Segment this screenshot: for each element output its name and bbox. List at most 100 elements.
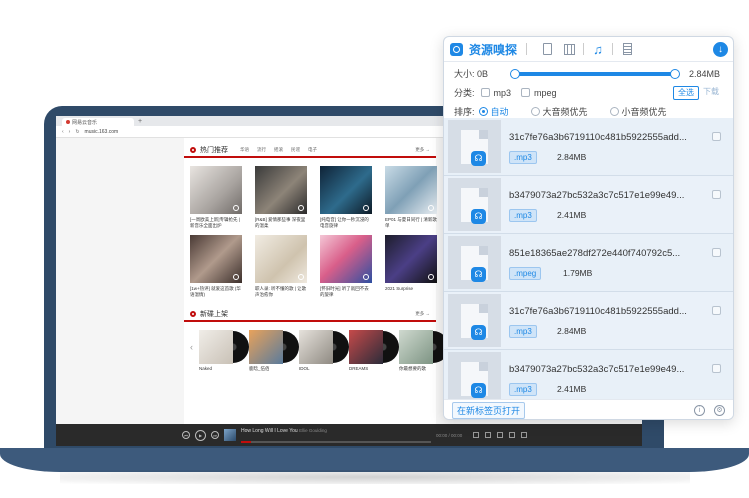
play-icon[interactable] bbox=[363, 205, 369, 211]
album-cover[interactable] bbox=[249, 330, 283, 364]
sort-large-option[interactable]: 大音频优先 bbox=[527, 105, 588, 118]
album-cover[interactable] bbox=[399, 330, 433, 364]
resource-item[interactable]: ☊ b3479073a27bc532a3c7c517e1e99e49... .m… bbox=[444, 176, 733, 234]
settings-gear-icon[interactable]: ⚙ bbox=[714, 405, 725, 416]
now-playing-cover[interactable] bbox=[224, 429, 236, 441]
playlist-caption[interactable]: 2021 Surprise bbox=[385, 286, 437, 298]
forward-icon[interactable]: › bbox=[69, 129, 71, 135]
playlist-caption[interactable]: 职人录: 听不懂的歌 | 让歌声治愈你 bbox=[255, 286, 307, 298]
playlist-cover[interactable] bbox=[255, 166, 307, 214]
radio-icon[interactable] bbox=[609, 107, 619, 116]
resource-name[interactable]: b3479073a27bc532a3c7c517e1e99e49... bbox=[509, 364, 699, 375]
new-albums-more-link[interactable]: 更多 → bbox=[415, 311, 430, 317]
play-pause-icon[interactable]: ▶ bbox=[195, 429, 206, 441]
playlist-cover[interactable] bbox=[255, 235, 307, 283]
hot-tag[interactable]: 电子 bbox=[308, 147, 317, 153]
type-mpeg-label[interactable]: mpeg bbox=[534, 88, 557, 98]
info-icon[interactable]: i bbox=[694, 405, 705, 416]
album-card[interactable]: Naked bbox=[199, 330, 249, 372]
volume-icon[interactable] bbox=[497, 432, 504, 438]
size-min-handle[interactable] bbox=[510, 68, 520, 79]
resource-item[interactable]: ☊ 851e18365ae278df272e440f740792c5... .m… bbox=[444, 234, 733, 292]
address-url[interactable]: music.163.com bbox=[85, 129, 119, 135]
playlist-caption[interactable]: EP01 与夏日同行 | 清新歌单 bbox=[385, 217, 437, 229]
type-mpeg-checkbox[interactable] bbox=[521, 88, 531, 97]
playlist-cover[interactable] bbox=[190, 166, 242, 214]
browser-tab[interactable]: 网易云音乐 bbox=[62, 118, 134, 126]
playlist-icon[interactable] bbox=[521, 432, 528, 438]
album-card[interactable]: 鹿晗_伍佰 bbox=[249, 330, 299, 372]
carousel-prev-icon[interactable]: ‹ bbox=[190, 330, 193, 364]
resource-item[interactable]: ☊ 31c7fe76a3b6719110c481b5922555add... .… bbox=[444, 118, 733, 176]
playlist-card[interactable]: [R&B] 爱情那些事 深夜里的温柔 bbox=[255, 166, 307, 229]
radio-checked-icon[interactable] bbox=[478, 107, 488, 116]
playlist-card[interactable]: [怀旧时光] 听了就回不去的旋律 bbox=[320, 235, 372, 298]
tab-image[interactable] bbox=[536, 40, 558, 58]
share-icon[interactable] bbox=[485, 432, 492, 438]
tab-video[interactable] bbox=[558, 40, 580, 58]
now-playing-artist[interactable]: Ellie Goulding bbox=[299, 428, 327, 433]
size-range-slider[interactable] bbox=[510, 68, 680, 79]
playlist-card[interactable]: [一周欧美上新]专辑抢先 | 新音乐全面出炉 bbox=[190, 166, 242, 229]
back-icon[interactable]: ‹ bbox=[62, 129, 64, 135]
playlist-cover[interactable] bbox=[190, 235, 242, 283]
type-mp3-checkbox[interactable] bbox=[480, 88, 490, 97]
album-caption[interactable]: 你最想要的歌 bbox=[399, 366, 443, 372]
radio-icon[interactable] bbox=[530, 107, 540, 116]
album-cover[interactable] bbox=[299, 330, 333, 364]
playlist-card[interactable]: 职人录: 听不懂的歌 | 让歌声治愈你 bbox=[255, 235, 307, 298]
resource-name[interactable]: 851e18365ae278df272e440f740792c5... bbox=[509, 248, 699, 259]
tab-audio[interactable]: ♫ bbox=[587, 40, 609, 58]
playlist-cover[interactable] bbox=[320, 166, 372, 214]
playlist-card[interactable]: [1w+热评] 就爱这首歌 (华语温情) bbox=[190, 235, 242, 298]
resource-item[interactable]: ☊ b3479073a27bc532a3c7c517e1e99e49... .m… bbox=[444, 350, 733, 399]
playlist-cover[interactable] bbox=[320, 235, 372, 283]
playback-progress-bar[interactable] bbox=[241, 440, 431, 443]
resource-name[interactable]: b3479073a27bc532a3c7c517e1e99e49... bbox=[509, 190, 699, 201]
playlist-caption[interactable]: [1w+热评] 就爱这首歌 (华语温情) bbox=[190, 286, 242, 298]
playlist-card[interactable]: EP01 与夏日同行 | 清新歌单 bbox=[385, 166, 437, 229]
album-card[interactable]: 你最想要的歌 bbox=[399, 330, 449, 372]
new-tab-button[interactable]: + bbox=[138, 118, 142, 126]
download-button[interactable]: 下载 bbox=[703, 87, 719, 97]
album-cover[interactable] bbox=[199, 330, 233, 364]
tab-document[interactable] bbox=[616, 40, 638, 58]
hot-tag[interactable]: 摇滚 bbox=[274, 147, 283, 153]
select-all-button[interactable]: 全选 bbox=[673, 86, 699, 100]
resource-checkbox[interactable] bbox=[712, 190, 721, 199]
resource-checkbox[interactable] bbox=[712, 132, 721, 141]
hot-tag[interactable]: 民谣 bbox=[291, 147, 300, 153]
resource-item[interactable]: ☊ 31c7fe76a3b6719110c481b5922555add... .… bbox=[444, 292, 733, 350]
resource-checkbox[interactable] bbox=[712, 248, 721, 257]
playlist-caption[interactable]: [怀旧时光] 听了就回不去的旋律 bbox=[320, 286, 372, 298]
album-caption[interactable]: DREAMS bbox=[349, 366, 393, 372]
sort-large-label[interactable]: 大音频优先 bbox=[543, 105, 588, 118]
play-icon[interactable] bbox=[233, 274, 239, 280]
resource-name[interactable]: 31c7fe76a3b6719110c481b5922555add... bbox=[509, 306, 699, 317]
type-mp3-label[interactable]: mp3 bbox=[494, 88, 512, 98]
play-icon[interactable] bbox=[298, 274, 304, 280]
playlist-card[interactable]: [纯电音] 让你一秒沉浸的电音旋律 bbox=[320, 166, 372, 229]
sort-auto-option[interactable]: 自动 bbox=[475, 105, 509, 118]
resource-checkbox[interactable] bbox=[712, 364, 721, 373]
album-card[interactable]: IDOL bbox=[299, 330, 349, 372]
lock-icon[interactable] bbox=[473, 432, 480, 438]
sort-small-option[interactable]: 小音频优先 bbox=[606, 105, 667, 118]
album-caption[interactable]: Naked bbox=[199, 366, 243, 372]
now-playing-song[interactable]: How Long Will I Love You bbox=[241, 428, 298, 434]
open-new-tab-button[interactable]: 在新标签页打开 bbox=[452, 402, 526, 419]
album-caption[interactable]: IDOL bbox=[299, 366, 343, 372]
album-card[interactable]: DREAMS bbox=[349, 330, 399, 372]
playlist-caption[interactable]: [纯电音] 让你一秒沉浸的电音旋律 bbox=[320, 217, 372, 229]
album-caption[interactable]: 鹿晗_伍佰 bbox=[249, 366, 293, 372]
download-icon[interactable]: ↓ bbox=[713, 42, 728, 57]
hot-tag[interactable]: 华语 bbox=[240, 147, 249, 153]
playlist-caption[interactable]: [一周欧美上新]专辑抢先 | 新音乐全面出炉 bbox=[190, 217, 242, 229]
resource-name[interactable]: 31c7fe76a3b6719110c481b5922555add... bbox=[509, 132, 699, 143]
playlist-cover[interactable] bbox=[385, 235, 437, 283]
play-icon[interactable] bbox=[363, 274, 369, 280]
loop-icon[interactable] bbox=[509, 432, 516, 438]
resource-checkbox[interactable] bbox=[712, 306, 721, 315]
hot-tag[interactable]: 流行 bbox=[257, 147, 266, 153]
play-icon[interactable] bbox=[233, 205, 239, 211]
